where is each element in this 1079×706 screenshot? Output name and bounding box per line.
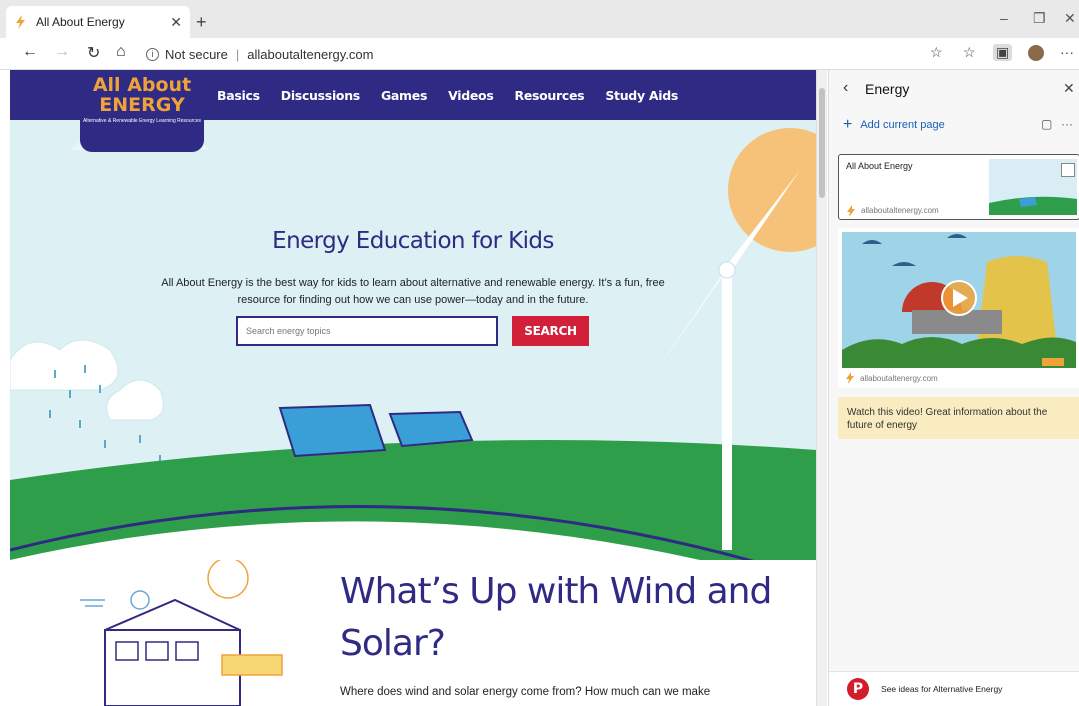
cloud-small (106, 379, 164, 421)
web-page: Basics Discussions Games Videos Resource… (10, 70, 816, 706)
section-text: Where does wind and solar energy come fr… (340, 686, 711, 698)
nav-links: Basics Discussions Games Videos Resource… (217, 70, 699, 120)
minimize-icon[interactable]: – (1000, 10, 1008, 26)
select-checkbox[interactable] (1061, 163, 1075, 177)
collections-icon[interactable]: ▣ (993, 44, 1013, 61)
collections-pane: ‹ Energy ✕ + Add current page ▢ ··· All … (828, 70, 1079, 706)
tab-title: All About Energy (36, 15, 125, 29)
forward-icon[interactable]: → (54, 43, 70, 61)
add-note-icon[interactable]: ▢ (1041, 117, 1052, 131)
cloud-left (10, 339, 119, 391)
favorite-star-icon[interactable]: ☆ (930, 44, 943, 61)
site-logo[interactable]: All About ENERGY Alternative & Renewable… (80, 70, 204, 152)
favorites-list-icon[interactable]: ☆ (963, 44, 976, 61)
card-url: allaboutaltenergy.com (861, 206, 939, 215)
hero-section: Energy Education for Kids All About Ener… (10, 120, 816, 560)
plus-icon: + (843, 116, 853, 133)
scrollbar-thumb[interactable] (819, 88, 825, 198)
nav-games[interactable]: Games (381, 88, 427, 103)
address-toolbar: ← → ↻ ⌂ i Not secure | allaboutaltenergy… (0, 38, 1079, 70)
card-url: allaboutaltenergy.com (860, 374, 938, 383)
refresh-icon[interactable]: ↻ (87, 43, 100, 63)
browser-tab[interactable]: All About Energy ✕ (6, 6, 190, 38)
address-bar[interactable]: i Not secure | allaboutaltenergy.com (146, 43, 966, 65)
close-window-icon[interactable]: ✕ (1064, 10, 1076, 27)
back-icon[interactable]: ‹ (843, 79, 848, 97)
security-status: Not secure (165, 46, 228, 62)
more-options-icon[interactable]: ··· (1061, 117, 1073, 131)
nav-basics[interactable]: Basics (217, 88, 260, 103)
house-illustration (80, 560, 283, 706)
pinterest-suggestion-text: See ideas for Alternative Energy (881, 684, 1003, 694)
card-title: All About Energy (846, 161, 913, 171)
restore-icon[interactable]: ❐ (1033, 10, 1046, 27)
add-current-page-label: Add current page (860, 119, 945, 131)
new-tab-icon[interactable]: + (196, 12, 207, 33)
wind-solar-section: What’s Up with Wind and Solar? Where doe… (10, 560, 816, 706)
address-url: allaboutaltenergy.com (247, 46, 374, 62)
nav-discussions[interactable]: Discussions (281, 88, 361, 103)
logo-tagline: Alternative & Renewable Energy Learning … (82, 118, 202, 124)
lightning-favicon-icon (846, 372, 854, 384)
search-button[interactable]: SEARCH (512, 316, 589, 346)
collection-card-page[interactable]: All About Energy allaboutaltenergy.com (838, 154, 1079, 220)
back-icon[interactable]: ← (22, 43, 38, 61)
page-scrollbar[interactable] (816, 70, 827, 706)
search-input[interactable] (236, 316, 498, 346)
home-icon[interactable]: ⌂ (116, 43, 126, 61)
close-pane-icon[interactable]: ✕ (1063, 80, 1075, 97)
nav-study-aids[interactable]: Study Aids (605, 88, 678, 103)
add-current-page-button[interactable]: + Add current page (843, 116, 945, 134)
more-options-icon[interactable]: ··· (1060, 44, 1074, 60)
address-divider: | (235, 46, 240, 62)
info-icon[interactable]: i (146, 47, 159, 61)
video-thumbnail (842, 232, 1076, 368)
pinterest-icon: P (847, 678, 869, 700)
profile-avatar[interactable] (1028, 45, 1044, 61)
logo-line2: ENERGY (99, 94, 185, 116)
logo-line1: All About (92, 74, 192, 96)
pinterest-suggestion[interactable]: P See ideas for Alternative Energy (829, 671, 1079, 706)
collection-note[interactable]: Watch this video! Great information abou… (838, 397, 1079, 439)
collection-title: Energy (865, 81, 910, 97)
nav-videos[interactable]: Videos (448, 88, 494, 103)
lightning-favicon-icon (16, 15, 25, 29)
hero-title: Energy Education for Kids (272, 228, 554, 254)
nav-resources[interactable]: Resources (515, 88, 585, 103)
tab-strip: All About Energy ✕ + – ❐ ✕ (0, 0, 1079, 38)
collection-card-video[interactable]: allaboutaltenergy.com (838, 228, 1079, 388)
browser-window: All About Energy ✕ + – ❐ ✕ ← → ↻ ⌂ i Not… (0, 0, 1079, 706)
hero-text: All About Energy is the best way for kid… (161, 277, 665, 306)
lightning-favicon-icon (847, 205, 855, 217)
section-title: What’s Up with Wind and Solar? (340, 571, 772, 664)
close-tab-icon[interactable]: ✕ (170, 14, 182, 31)
